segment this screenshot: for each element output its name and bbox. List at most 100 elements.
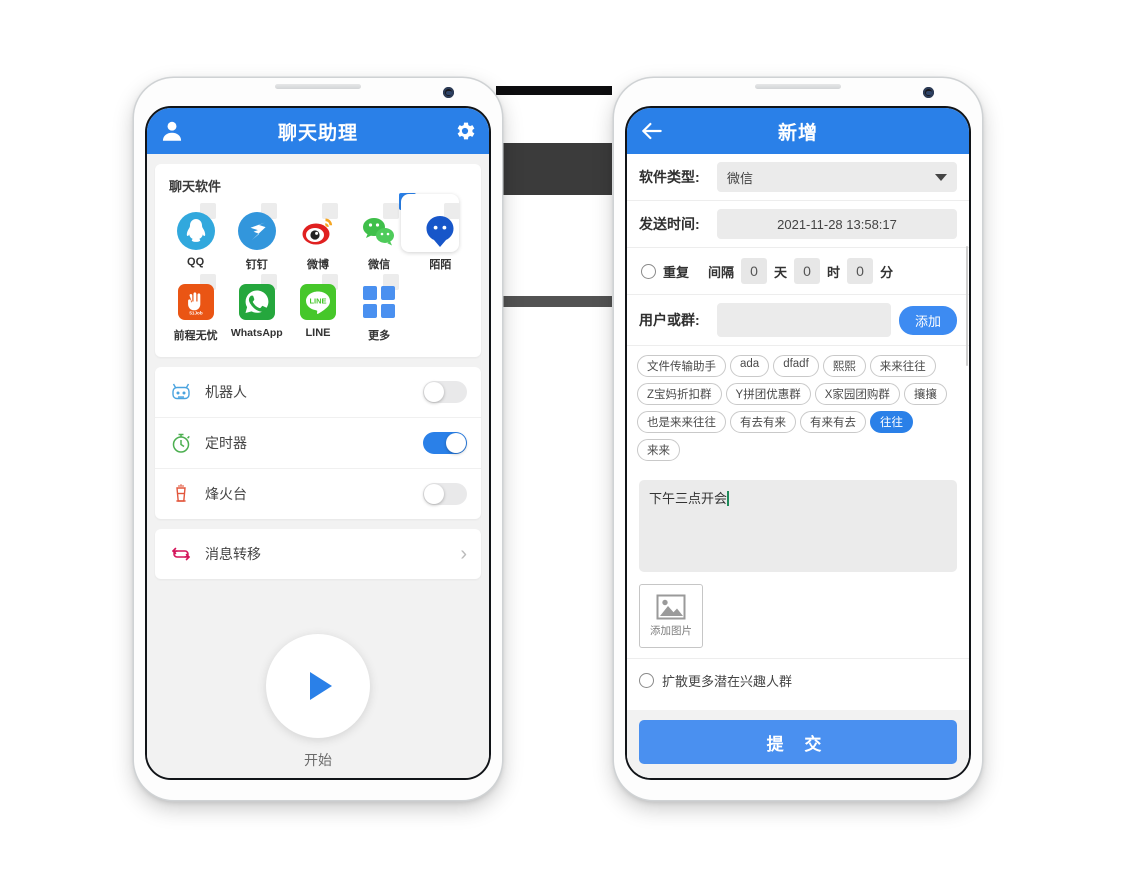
toggle-label: 烽火台 <box>205 486 247 502</box>
app-label: WhatsApp <box>230 327 283 339</box>
more-grid-icon <box>359 282 399 322</box>
right-phone-device: 新增 软件类型: 微信 发送时间: 2021-11-28 13:58:17 重复… <box>614 78 982 800</box>
toggle-row-timer[interactable]: 定时器 <box>155 418 481 469</box>
recipient-chip[interactable]: 也是来来往往 <box>637 411 726 433</box>
recipient-chip[interactable]: dfadf <box>773 355 819 377</box>
chevron-right-icon: › <box>460 542 467 565</box>
app-label: 陌陌 <box>429 259 452 271</box>
left-appbar: 聊天助理 <box>147 108 489 154</box>
settings-button[interactable] <box>453 119 477 143</box>
robot-toggle-switch[interactable] <box>423 381 467 403</box>
toggle-label: 机器人 <box>205 384 247 400</box>
earpiece-speaker <box>275 84 361 89</box>
front-camera <box>443 87 454 98</box>
spread-radio[interactable] <box>639 673 654 688</box>
robot-icon <box>169 380 193 404</box>
qq-icon <box>176 211 216 251</box>
spread-label: 扩散更多潜在兴趣人群 <box>662 674 793 689</box>
app-cell-more[interactable]: 更多 <box>349 272 410 343</box>
chat-software-card: 聊天软件 QQ 钉钉 微博 微信 陌陌 51Job 前程无忧 WhatsApp … <box>155 164 481 357</box>
repeat-label: 重复 <box>663 264 690 280</box>
app-cell-51job[interactable]: 51Job 前程无忧 <box>165 272 226 343</box>
app-label: QQ <box>187 256 205 268</box>
earpiece-speaker <box>755 84 841 89</box>
app-label: 钉钉 <box>245 259 268 271</box>
recipient-chip[interactable]: 文件传输助手 <box>637 355 726 377</box>
recipient-chip[interactable]: 攘攘 <box>903 383 947 405</box>
toggle-label: 定时器 <box>205 435 247 451</box>
form-row-send-time: 发送时间: 2021-11-28 13:58:17 <box>627 201 969 248</box>
send-time-label: 发送时间: <box>639 216 700 232</box>
app-cell-line[interactable]: LINE LINE <box>287 272 348 343</box>
gear-icon <box>457 122 475 140</box>
message-transfer-card[interactable]: 消息转移 › <box>155 529 481 579</box>
message-textarea[interactable]: 下午三点开会 <box>639 480 957 572</box>
recipient-chip[interactable]: 有去有来 <box>730 411 796 433</box>
toggle-knob <box>424 484 444 504</box>
interval-hours-input[interactable]: 0 <box>794 258 821 284</box>
app-cell-qq[interactable]: QQ <box>165 201 226 272</box>
send-time-input[interactable]: 2021-11-28 13:58:17 <box>717 209 957 239</box>
app-cell-weibo[interactable]: 微博 <box>287 201 348 272</box>
start-label: 开始 <box>304 752 332 768</box>
repeat-radio[interactable] <box>641 263 656 279</box>
add-image-button[interactable]: 添加图片 <box>639 584 703 648</box>
recipient-chip[interactable]: 来来 <box>637 439 680 461</box>
decorative-mid-graphic <box>487 86 612 316</box>
app-label: 微信 <box>368 259 391 271</box>
app-cell-dingtalk[interactable]: 钉钉 <box>226 201 287 272</box>
unit-minute-label: 分 <box>880 264 894 280</box>
recipient-chip[interactable]: Z宝妈折扣群 <box>637 383 722 405</box>
decor-bar-dark <box>496 143 612 195</box>
timer-icon <box>169 431 193 455</box>
right-phone-screen: 新增 软件类型: 微信 发送时间: 2021-11-28 13:58:17 重复… <box>625 106 971 780</box>
message-section: 下午三点开会 <box>627 472 969 576</box>
transfer-icon <box>169 542 193 566</box>
app-cell-whatsapp[interactable]: WhatsApp <box>226 272 287 343</box>
add-button[interactable]: 添加 <box>898 305 957 335</box>
recipient-chip[interactable]: 来来往往 <box>869 355 936 377</box>
nav-row-message-transfer[interactable]: 消息转移 › <box>155 529 481 579</box>
unit-hour-label: 时 <box>827 264 841 280</box>
recipient-chip[interactable]: 有来有去 <box>800 411 866 433</box>
start-button[interactable] <box>266 634 370 738</box>
svg-text:LINE: LINE <box>309 297 326 306</box>
app-cell-momo[interactable]: 陌陌 <box>400 194 471 272</box>
app-label: 前程无忧 <box>173 330 218 342</box>
form-row-user-or-group: 用户或群: 添加 <box>627 295 969 346</box>
dingtalk-icon <box>237 211 277 251</box>
add-image-label: 添加图片 <box>650 625 692 637</box>
decor-bar-gray <box>496 296 612 307</box>
unit-day-label: 天 <box>774 264 788 280</box>
submit-button[interactable]: 提 交 <box>639 720 957 764</box>
user-or-group-label: 用户或群: <box>639 312 700 328</box>
svg-text:51Job: 51Job <box>189 311 202 316</box>
left-screen-body: 聊天软件 QQ 钉钉 微博 微信 陌陌 51Job 前程无忧 WhatsApp … <box>147 154 489 778</box>
beacon-icon <box>169 482 193 506</box>
recipient-chip[interactable]: Y拼团优惠群 <box>725 383 811 405</box>
nav-row-label: 消息转移 <box>205 546 261 562</box>
spread-audience-row[interactable]: 扩散更多潜在兴趣人群 <box>627 659 969 702</box>
vertical-scrollbar[interactable] <box>966 246 968 366</box>
line-icon: LINE <box>298 282 338 322</box>
toggle-row-beacon[interactable]: 烽火台 <box>155 469 481 519</box>
toggle-knob <box>424 382 444 402</box>
timer-toggle-switch[interactable] <box>423 432 467 454</box>
software-type-select[interactable]: 微信 <box>717 162 957 192</box>
recipient-chip-selected[interactable]: 往往 <box>870 411 913 433</box>
right-appbar: 新增 <box>627 108 969 154</box>
message-text: 下午三点开会 <box>649 491 728 506</box>
recipient-chip[interactable]: ada <box>730 355 770 377</box>
interval-minutes-input[interactable]: 0 <box>847 258 874 284</box>
recipient-chip[interactable]: X家园团购群 <box>814 383 900 405</box>
app-grid: QQ 钉钉 微博 微信 陌陌 51Job 前程无忧 WhatsApp LINE … <box>155 193 481 357</box>
user-or-group-input[interactable] <box>717 303 891 337</box>
momo-icon <box>420 211 460 251</box>
beacon-toggle-switch[interactable] <box>423 483 467 505</box>
send-time-value: 2021-11-28 13:58:17 <box>777 216 897 232</box>
toggle-row-robot[interactable]: 机器人 <box>155 367 481 418</box>
decor-bar-black <box>496 86 612 95</box>
recipient-chip[interactable]: 熙熙 <box>822 355 866 377</box>
interval-days-input[interactable]: 0 <box>741 258 768 284</box>
screenshot-stage: 聊天助理 聊天软件 QQ 钉钉 微博 微信 陌陌 51Job 前程无忧 What… <box>0 0 1124 894</box>
